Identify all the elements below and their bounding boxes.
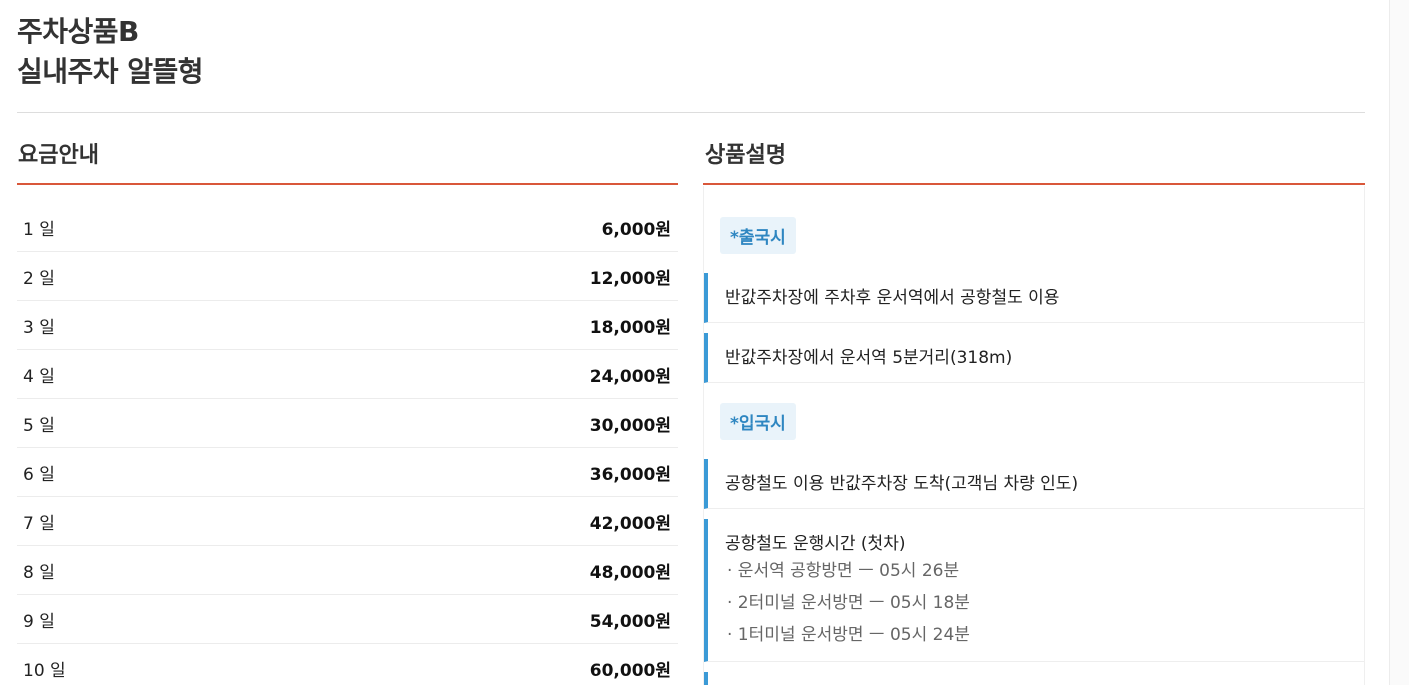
price-day: 4 일: [23, 366, 55, 387]
price-amount: 24,000원: [589, 366, 671, 387]
scrollbar-track[interactable]: [1389, 0, 1409, 685]
price-row: 2 일 12,000원: [17, 252, 678, 301]
schedule-line: · 운서역 공항방면 ㅡ 05시 26분: [727, 561, 960, 581]
price-amount: 30,000원: [589, 415, 671, 436]
description-panel: *출국시 반값주차장에 주차후 운서역에서 공항철도 이용 반값주차장에서 운서…: [703, 186, 1365, 685]
price-row: 8 일 48,000원: [17, 546, 678, 595]
price-row: 5 일 30,000원: [17, 399, 678, 448]
arrival-item: 공항철도 이용 반값주차장 도착(고객님 차량 인도): [704, 459, 1364, 509]
schedule-line: · 2터미널 운서방면 ㅡ 05시 18분: [727, 593, 970, 613]
train-schedule: 공항철도 운행시간 (첫차) · 운서역 공항방면 ㅡ 05시 26분 · 2터…: [704, 519, 1364, 662]
price-row: 9 일 54,000원: [17, 595, 678, 644]
departure-item: 반값주차장에서 운서역 5분거리(318m): [704, 333, 1364, 383]
page: 주차상품B 실내주차 알뜰형 요금안내 1 일 6,000원 2 일 12,00…: [0, 0, 1409, 685]
price-row: 4 일 24,000원: [17, 350, 678, 399]
price-amount: 6,000원: [601, 219, 671, 240]
price-amount: 36,000원: [589, 464, 671, 485]
price-day: 10 일: [23, 660, 66, 681]
price-amount: 12,000원: [589, 268, 671, 289]
price-amount: 54,000원: [589, 611, 671, 632]
schedule-title: 공항철도 운행시간 (첫차): [725, 534, 906, 554]
price-day: 5 일: [23, 415, 55, 436]
price-row: 10 일 60,000원: [17, 644, 678, 685]
price-amount: 60,000원: [589, 660, 671, 681]
price-day: 9 일: [23, 611, 55, 632]
price-row: 3 일 18,000원: [17, 301, 678, 350]
title-divider: [17, 112, 1365, 113]
price-row: 6 일 36,000원: [17, 448, 678, 497]
price-day: 3 일: [23, 317, 55, 338]
price-row: 7 일 42,000원: [17, 497, 678, 546]
description-heading: 상품설명: [703, 138, 1365, 185]
price-day: 1 일: [23, 219, 55, 240]
price-row: 1 일 6,000원: [17, 203, 678, 252]
pricing-section: 요금안내 1 일 6,000원 2 일 12,000원 3 일 18,000원 …: [17, 138, 678, 685]
product-title: 주차상품B 실내주차 알뜰형: [17, 12, 1365, 92]
price-list: 1 일 6,000원 2 일 12,000원 3 일 18,000원 4 일 2…: [17, 203, 678, 685]
product-subtitle: 실내주차 알뜰형: [17, 55, 204, 88]
price-amount: 18,000원: [589, 317, 671, 338]
next-item-partial: [704, 672, 1364, 685]
product-name: 주차상품B: [17, 15, 139, 48]
price-amount: 42,000원: [589, 513, 671, 534]
description-section: 상품설명 *출국시 반값주차장에 주차후 운서역에서 공항철도 이용 반값주차장…: [703, 138, 1365, 685]
arrival-tag: *입국시: [720, 403, 796, 440]
schedule-line: · 1터미널 운서방면 ㅡ 05시 24분: [727, 625, 970, 645]
price-amount: 48,000원: [589, 562, 671, 583]
price-day: 6 일: [23, 464, 55, 485]
price-day: 7 일: [23, 513, 55, 534]
pricing-heading: 요금안내: [17, 138, 678, 185]
departure-tag: *출국시: [720, 217, 796, 254]
price-day: 8 일: [23, 562, 55, 583]
price-day: 2 일: [23, 268, 55, 289]
departure-item: 반값주차장에 주차후 운서역에서 공항철도 이용: [704, 273, 1364, 323]
